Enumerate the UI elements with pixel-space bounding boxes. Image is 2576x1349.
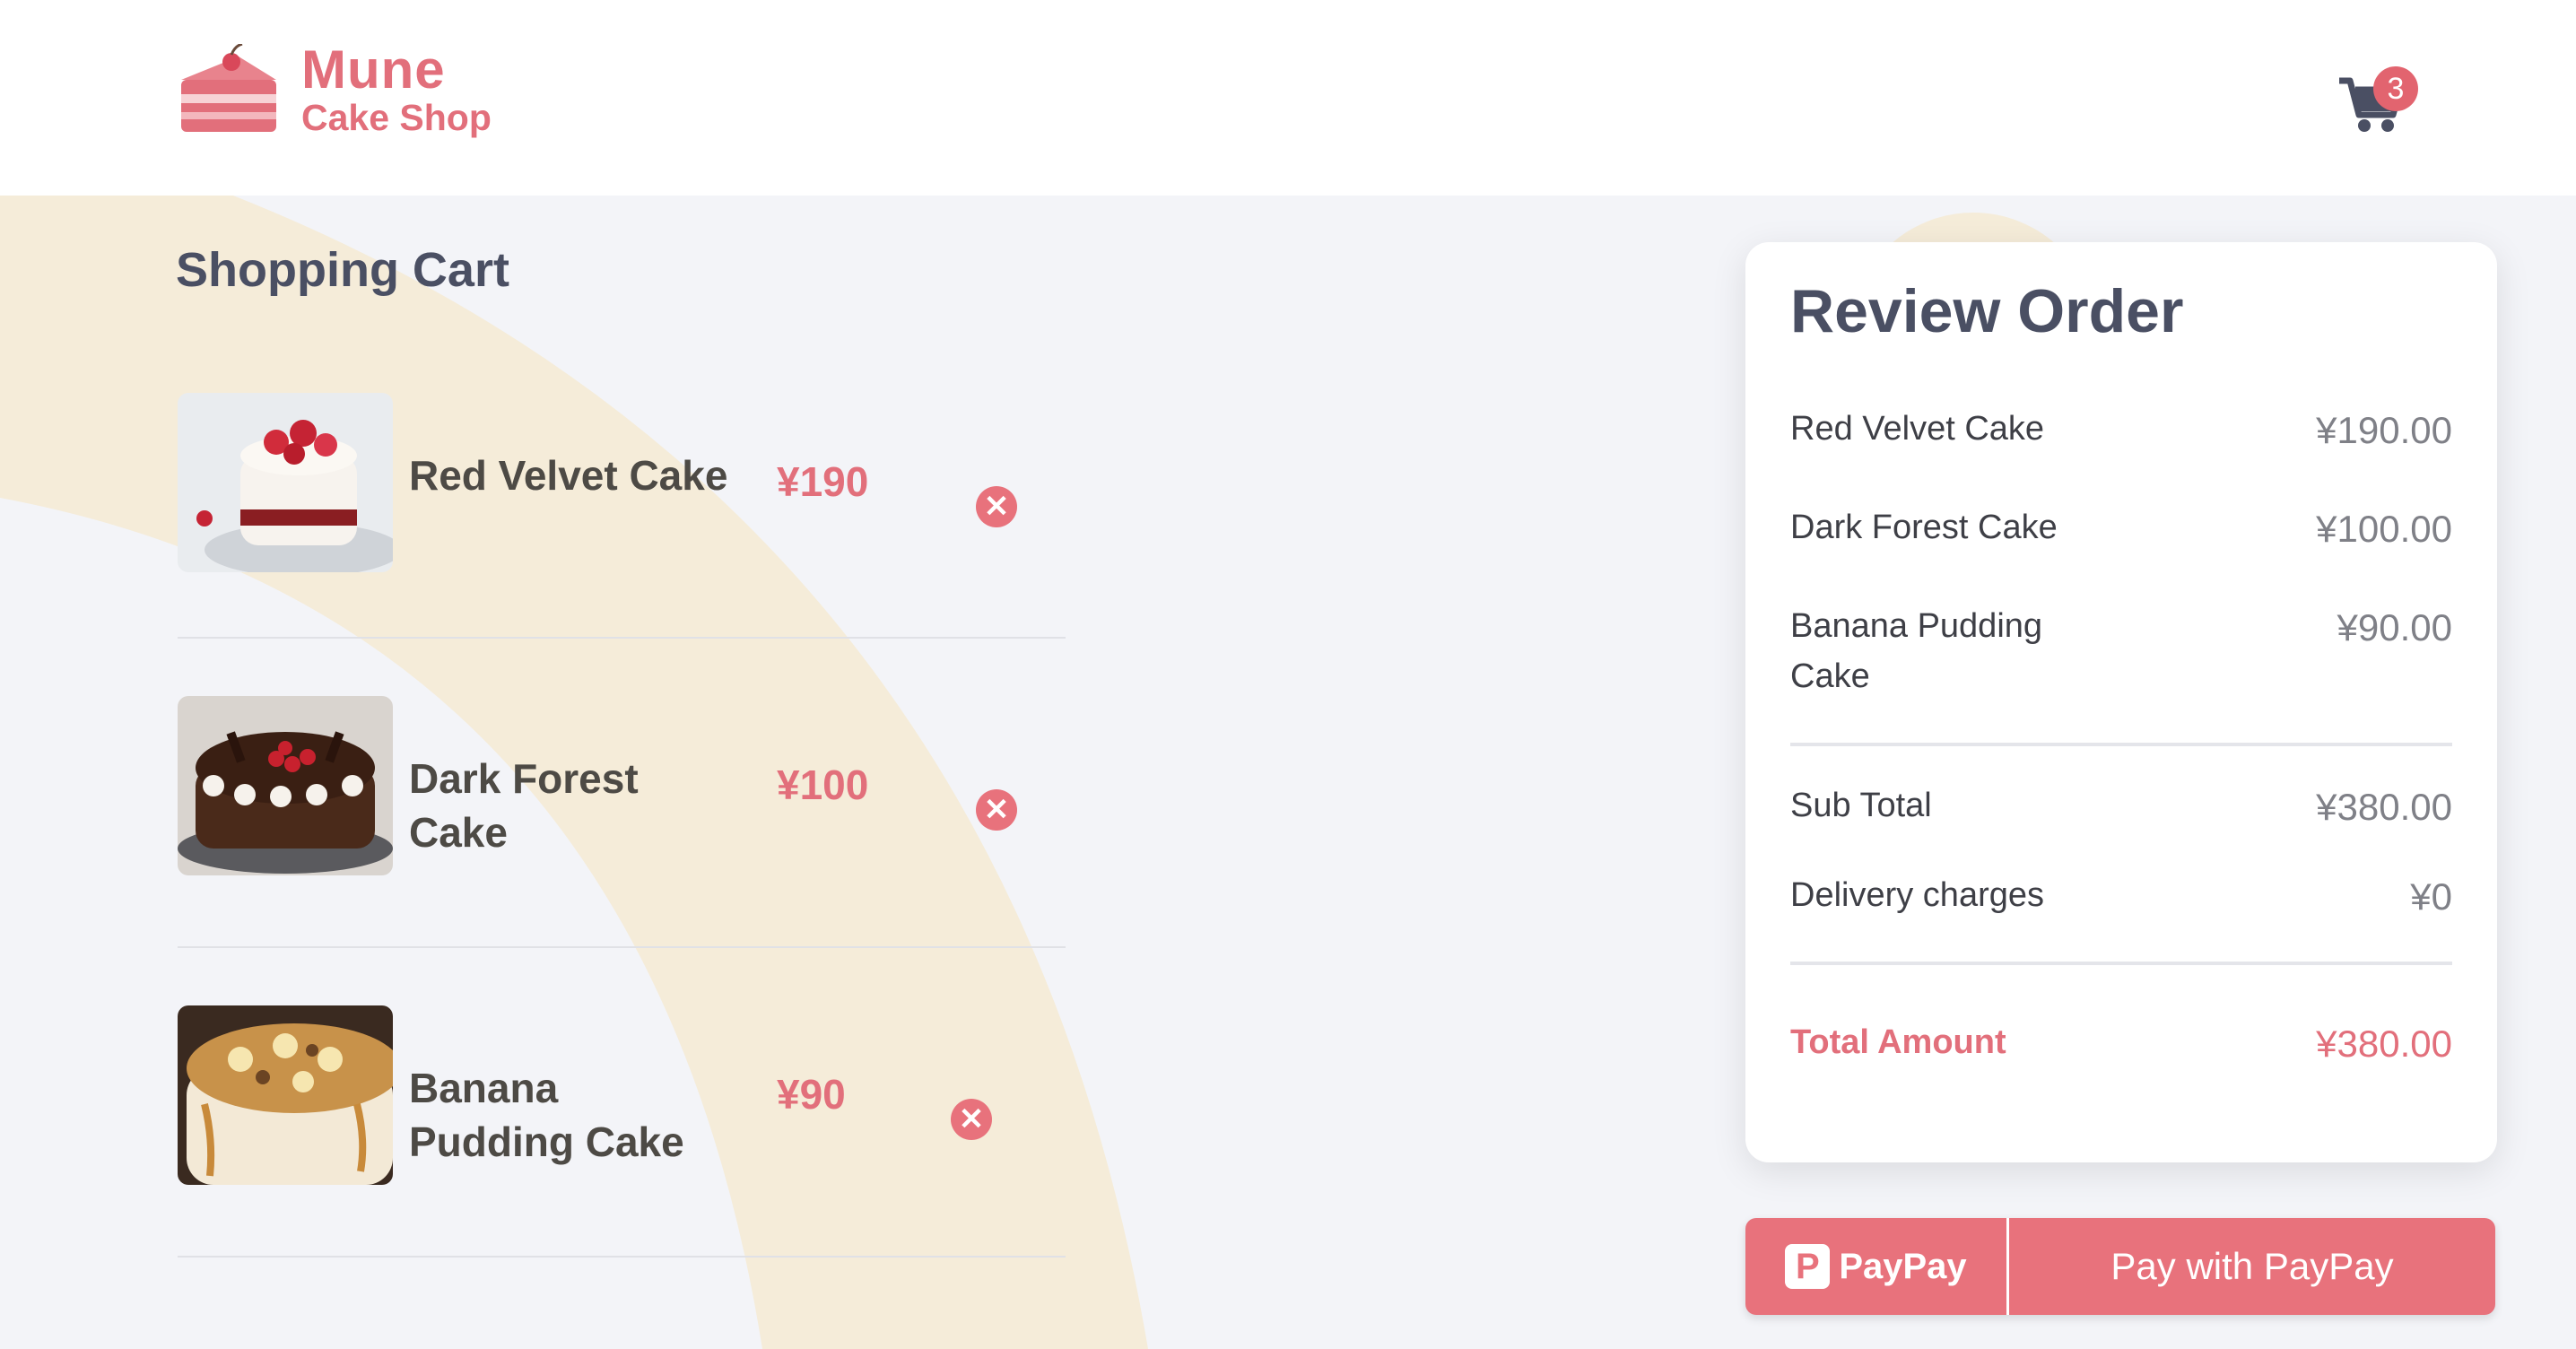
paypay-logo-glyph: P [1795, 1247, 1820, 1286]
cart-item: Red Velvet Cake ¥190 ✕ [178, 359, 1066, 639]
review-item-name: Dark Forest Cake [1790, 509, 2058, 546]
brand-logo[interactable]: Mune Cake Shop [176, 43, 492, 138]
top-header: Mune Cake Shop 3 [0, 0, 2576, 196]
subtotal-value: ¥380.00 [2316, 786, 2452, 828]
banana-pudding-cake-image [178, 1005, 393, 1185]
cart-item: Banana Pudding Cake ¥90 ✕ [178, 948, 1066, 1258]
close-circle-icon: ✕ [983, 490, 1010, 524]
cart-list: Red Velvet Cake ¥190 ✕ Dark Forest Cake … [178, 359, 1066, 1258]
remove-item-button[interactable]: ✕ [976, 789, 1017, 831]
review-item-price: ¥90.00 [2337, 606, 2452, 648]
cart-item-name: Dark Forest Cake [409, 755, 639, 856]
cart-item: Dark Forest Cake ¥100 ✕ [178, 639, 1066, 948]
paypay-brand-label: PayPay [1839, 1246, 1967, 1286]
remove-item-button[interactable]: ✕ [976, 486, 1017, 527]
cart-item-price: ¥190 [777, 458, 869, 505]
review-item-price: ¥190.00 [2316, 409, 2452, 451]
cart-count-badge: 3 [2373, 66, 2418, 111]
red-velvet-cake-image [178, 393, 393, 572]
page-title: Shopping Cart [176, 243, 509, 297]
total-label: Total Amount [1790, 1023, 2006, 1061]
cart-item-name: Banana Pudding Cake [409, 1065, 684, 1165]
divider [1790, 962, 2452, 965]
brand-subtitle: Cake Shop [301, 97, 492, 138]
remove-item-button[interactable]: ✕ [951, 1099, 992, 1140]
review-order-panel: Review Order Red Velvet Cake ¥190.00 Dar… [1745, 242, 2497, 1162]
pay-with-paypay-button[interactable]: P PayPay Pay with PayPay [1745, 1218, 2495, 1315]
delivery-value: ¥0 [2410, 875, 2452, 918]
review-title: Review Order [1790, 277, 2184, 345]
review-item-price: ¥100.00 [2316, 508, 2452, 550]
paypay-brand-segment: P PayPay [1745, 1218, 2009, 1315]
cake-slice-icon [181, 44, 276, 132]
cart-item-name: Red Velvet Cake [409, 452, 728, 499]
subtotal-label: Sub Total [1790, 787, 1932, 824]
paypay-button-label: Pay with PayPay [2110, 1245, 2394, 1287]
brand-name: Mune [301, 39, 446, 100]
total-value: ¥380.00 [2316, 1023, 2452, 1065]
cart-item-price: ¥100 [777, 762, 869, 808]
paypay-logo-icon: P [1785, 1244, 1831, 1289]
review-item-name: Red Velvet Cake [1790, 410, 2045, 448]
cart-item-price: ¥90 [777, 1071, 846, 1118]
review-item-name: Banana Pudding Cake [1790, 607, 2043, 695]
close-circle-icon: ✕ [983, 793, 1010, 827]
close-circle-icon: ✕ [958, 1102, 985, 1136]
divider [1790, 743, 2452, 746]
dark-forest-cake-image [178, 696, 393, 875]
delivery-label: Delivery charges [1790, 876, 2044, 914]
